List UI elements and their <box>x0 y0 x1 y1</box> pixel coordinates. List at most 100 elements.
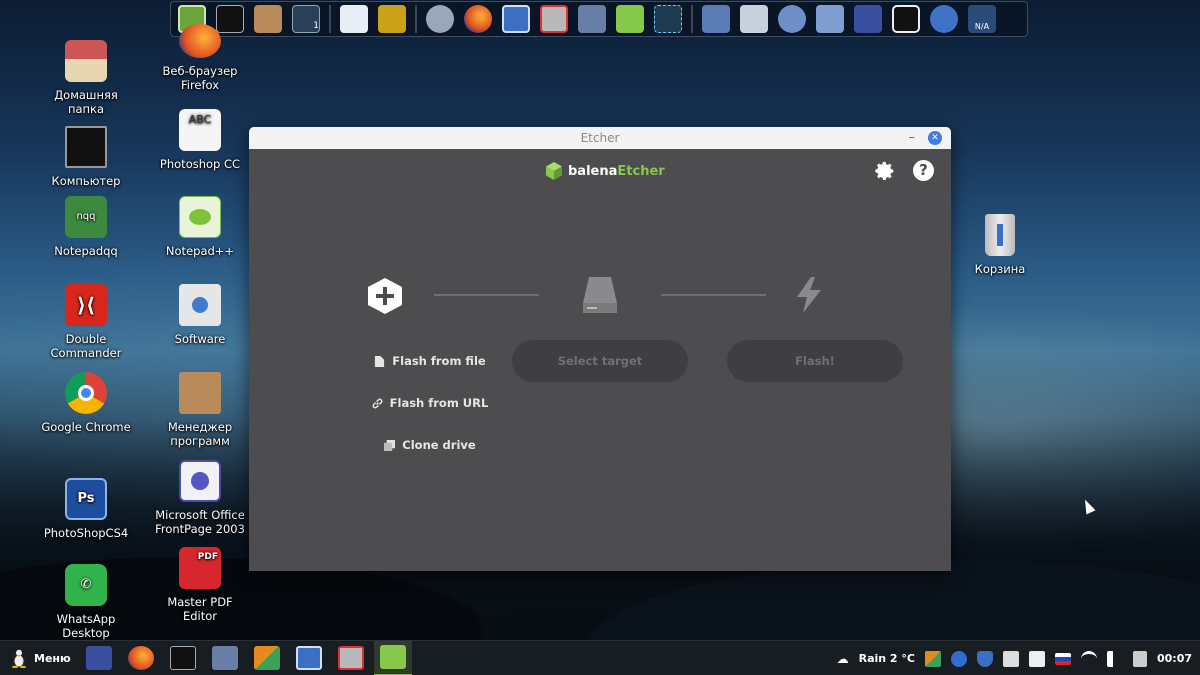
desktop-icon-notepadqq[interactable]: nqq Notepadqq <box>36 196 136 258</box>
desktop-icon-package-manager[interactable]: Менеджер программ <box>150 372 250 448</box>
drive-icon <box>583 277 617 313</box>
weather-icon: ☁ <box>836 651 849 666</box>
minimize-button[interactable]: – <box>909 127 916 149</box>
downloads-icon[interactable] <box>813 3 847 35</box>
wifi-icon[interactable] <box>1080 650 1097 667</box>
window-titlebar[interactable]: Etcher – ✕ <box>249 127 951 149</box>
text-document-icon: ABC <box>179 109 221 151</box>
desktop-icon-whatsapp[interactable]: ✆ WhatsApp Desktop <box>36 564 136 640</box>
desktop-icon-software[interactable]: Software <box>150 284 250 346</box>
thunderbird-icon[interactable] <box>423 3 457 35</box>
copy-icon <box>384 439 396 451</box>
desktop-icon-label: Notepad++ <box>165 244 235 258</box>
tray-app-icon[interactable] <box>924 650 941 667</box>
flash-button[interactable]: Flash! <box>727 340 903 382</box>
desktop-icon-photoshopcs4[interactable]: Ps PhotoShopCS4 <box>36 478 136 540</box>
taskbar-backup[interactable] <box>332 641 370 675</box>
desktop-icon-double-commander[interactable]: ⟩⟨ Double Commander <box>36 284 136 360</box>
power-icon[interactable] <box>889 3 923 35</box>
ps-badge: Ps <box>77 491 95 506</box>
trash-icon <box>985 214 1015 256</box>
home-icon <box>65 40 107 82</box>
workspace-switcher-icon[interactable]: 1 <box>289 3 323 35</box>
firefox-icon <box>179 24 221 58</box>
clock[interactable]: 00:07 <box>1157 652 1192 665</box>
taskbar-terminal[interactable] <box>164 641 202 675</box>
document-viewer-icon[interactable] <box>337 3 371 35</box>
link-icon <box>372 398 383 408</box>
select-target-button[interactable]: Select target <box>512 340 688 382</box>
desktop-icon-label: Google Chrome <box>41 420 131 434</box>
taskbar-firefox[interactable] <box>122 641 160 675</box>
desktop-icon-home[interactable]: Домашняя папка <box>36 40 136 116</box>
step-connector <box>434 294 539 296</box>
taskbar-etcher[interactable] <box>374 640 412 675</box>
desktop-icon-label: Notepadqq <box>54 244 118 258</box>
etcher-icon[interactable] <box>613 3 647 35</box>
power-plug-icon[interactable] <box>1132 650 1147 667</box>
desktop-icon-photoshop-cc[interactable]: ABC Photoshop CC <box>150 109 250 171</box>
flash-from-file-button[interactable]: Flash from file <box>335 354 525 368</box>
backup-icon[interactable] <box>537 3 571 35</box>
accessibility-icon[interactable] <box>927 3 961 35</box>
desktop-icon-label: Корзина <box>974 262 1026 276</box>
notepadpp-icon <box>179 196 221 238</box>
desktop-icon-chrome[interactable]: Google Chrome <box>36 372 136 434</box>
add-source-icon[interactable] <box>368 278 402 314</box>
whatsapp-icon: ✆ <box>65 564 107 606</box>
desktop-icon-firefox[interactable]: Веб-браузер Firefox <box>150 24 250 92</box>
tray-keyring-icon[interactable] <box>1028 650 1045 667</box>
menu-label: Меню <box>34 651 71 665</box>
package-icon[interactable] <box>251 3 285 35</box>
taskbar-app-orange[interactable] <box>248 641 286 675</box>
flash-from-url-button[interactable]: Flash from URL <box>335 396 525 410</box>
brand-text-etcher: Etcher <box>617 163 665 179</box>
weather-text[interactable]: Rain 2 °C <box>859 652 915 665</box>
image-viewer-icon[interactable] <box>375 3 409 35</box>
close-button[interactable]: ✕ <box>928 131 942 145</box>
display-icon[interactable] <box>851 3 885 35</box>
dock-separator <box>329 5 331 33</box>
files-icon[interactable] <box>737 3 771 35</box>
desktop-icon-master-pdf[interactable]: PDF Master PDF Editor <box>150 547 250 623</box>
monitor-icon <box>65 126 107 168</box>
firefox-icon[interactable] <box>461 3 495 35</box>
flash-from-file-label: Flash from file <box>392 354 486 368</box>
battery-icon[interactable]: N/A <box>965 3 999 35</box>
desktop-icon-computer[interactable]: Компьютер <box>36 126 136 188</box>
bluetooth-icon[interactable] <box>950 650 967 667</box>
dock-separator <box>415 5 417 33</box>
dock-separator <box>691 5 693 33</box>
abc-badge: ABC <box>188 113 212 126</box>
home-folder-icon[interactable] <box>699 3 733 35</box>
keyboard-layout-flag-icon[interactable] <box>1054 652 1071 665</box>
desktop-icon-label: Software <box>174 332 226 346</box>
help-icon[interactable]: ? <box>913 160 934 181</box>
desktop-icon-label: Photoshop CC <box>159 157 241 171</box>
desktop-icon-notepadpp[interactable]: Notepad++ <box>150 196 250 258</box>
chrome-icon <box>65 372 107 414</box>
desktop-icon-frontpage[interactable]: Microsoft Office FrontPage 2003 <box>150 460 250 536</box>
taskbar-files[interactable] <box>206 641 244 675</box>
shield-icon[interactable] <box>976 650 993 667</box>
bottom-panel: Меню ☁ Rain 2 °C 00:07 <box>0 640 1200 675</box>
desktop-icon-trash[interactable]: Корзина <box>950 214 1050 276</box>
volume-icon[interactable] <box>1106 650 1123 667</box>
gear-icon[interactable] <box>874 160 896 182</box>
history-icon[interactable] <box>775 3 809 35</box>
taskbar-system-monitor[interactable] <box>290 641 328 675</box>
taskbar-show-desktop[interactable] <box>80 641 118 675</box>
desktop-icon-label: Домашняя папка <box>54 88 118 116</box>
etcher-cube-icon <box>546 162 562 180</box>
desktop-icon-label: Master PDF Editor <box>167 595 233 623</box>
double-commander-icon: ⟩⟨ <box>65 284 107 326</box>
folder-icon[interactable] <box>575 3 609 35</box>
clone-drive-label: Clone drive <box>402 438 476 452</box>
package-manager-icon <box>179 372 221 414</box>
system-monitor-icon[interactable] <box>499 3 533 35</box>
clone-drive-button[interactable]: Clone drive <box>335 438 525 452</box>
start-menu-button[interactable]: Меню <box>0 648 80 668</box>
etcher-window: Etcher – ✕ balena Etcher ? Flash from fil… <box>249 127 951 571</box>
network-icon[interactable] <box>651 3 685 35</box>
clipboard-icon[interactable] <box>1002 650 1019 667</box>
